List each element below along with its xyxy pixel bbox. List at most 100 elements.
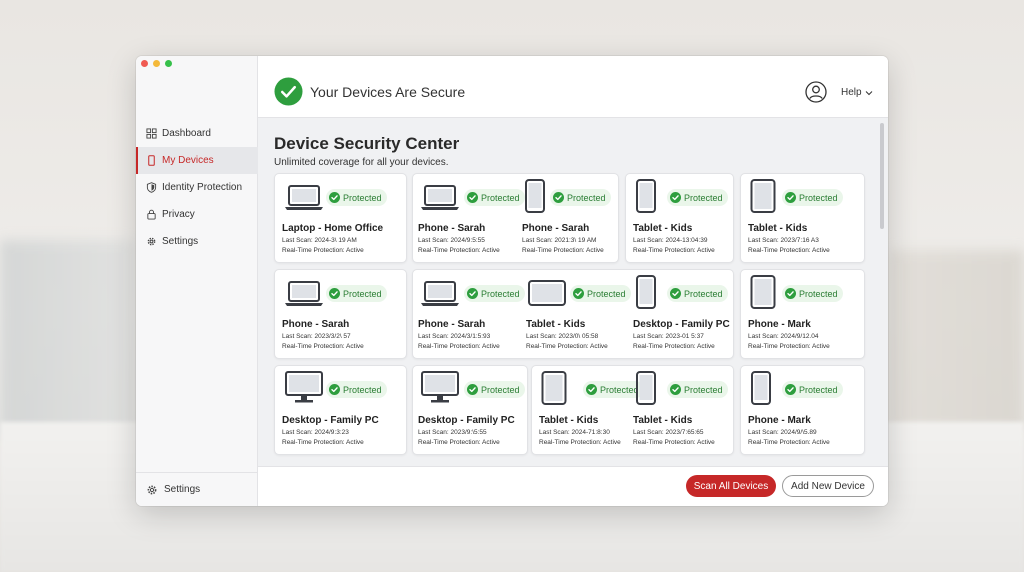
sidebar-item-my-devices[interactable]: My Devices: [136, 147, 258, 174]
scrollbar[interactable]: [880, 123, 884, 229]
device-name: Phone - Mark: [748, 319, 811, 330]
last-scan-text: Last Scan: 2024/9:5:55: [418, 237, 485, 244]
status-badge: Protected: [667, 285, 728, 302]
tablet-icon: [541, 371, 567, 410]
device-name: Phone - Sarah: [418, 319, 486, 330]
desktop-icon: [284, 371, 324, 410]
sidebar-nav: Dashboard My Devices Identity Protection…: [136, 120, 258, 255]
user-icon[interactable]: [805, 81, 827, 103]
status-label: Protected: [684, 384, 723, 395]
maximize-window-button[interactable]: [165, 60, 172, 67]
sidebar-item-privacy[interactable]: Privacy: [136, 201, 258, 228]
status-label: Protected: [481, 288, 520, 299]
check-circle-icon: [329, 192, 340, 203]
status-badge: Protected: [782, 381, 843, 398]
close-window-button[interactable]: [141, 60, 148, 67]
phone-icon: [635, 371, 657, 410]
help-label: Help: [841, 87, 862, 98]
status-badge: Protected: [464, 381, 525, 398]
phone-icon: [750, 371, 772, 410]
last-scan-text: Last Scan: 2023/7:65:65: [633, 429, 704, 436]
check-circle-icon: [586, 384, 597, 395]
status-label: Protected: [799, 288, 838, 299]
chevron-down-icon: [865, 90, 872, 95]
check-circle-icon: [785, 192, 796, 203]
background-left: [0, 240, 135, 440]
desktop-icon: [420, 371, 460, 410]
check-circle-icon: [670, 384, 681, 395]
status-label: Protected: [567, 192, 606, 203]
tablet-icon: [750, 275, 776, 314]
status-label: Protected: [343, 192, 382, 203]
status-badge: Protected: [550, 189, 611, 206]
sidebar-item-label: Identity Protection: [162, 182, 243, 193]
header: Your Devices Are Secure Help: [258, 56, 888, 118]
sidebar-item-dashboard[interactable]: Dashboard: [136, 120, 258, 147]
check-circle-icon: [274, 77, 303, 106]
last-scan-text: Last Scan: 2024-71:8:30: [539, 429, 610, 436]
shield-icon: [146, 182, 157, 193]
status-badge: Protected: [326, 381, 387, 398]
sidebar-item-label: Dashboard: [162, 128, 211, 139]
status-badge: Protected: [667, 189, 728, 206]
status-label: Protected: [684, 192, 723, 203]
check-circle-icon: [329, 384, 340, 395]
device-name: Phone - Mark: [748, 415, 811, 426]
protection-status-text: Real-Time Protection: Active: [282, 343, 364, 350]
status-badge: Protected: [667, 381, 728, 398]
last-scan-text: Last Scan: 2023/9:\5:55: [418, 429, 487, 436]
status-badge: Protected: [464, 189, 525, 206]
phone-icon: [635, 275, 657, 314]
sidebar-item-settings[interactable]: Settings: [136, 228, 258, 255]
protection-status-text: Real-Time Protection: Active: [526, 343, 608, 350]
status-label: Protected: [799, 192, 838, 203]
page-subtitle: Unlimited coverage for all your devices.: [274, 157, 449, 168]
protection-status-text: Real-Time Protection: Active: [418, 247, 500, 254]
sidebar-item-label: My Devices: [162, 155, 214, 166]
status-label: Protected: [587, 288, 626, 299]
main-panel: Your Devices Are Secure Help Device Secu…: [258, 56, 888, 506]
laptop-icon: [420, 279, 460, 314]
page-title: Device Security Center: [274, 134, 460, 153]
sidebar-item-identity-protection[interactable]: Identity Protection: [136, 174, 258, 201]
app-window: Dashboard My Devices Identity Protection…: [136, 56, 888, 506]
device-name: Desktop - Family PC: [282, 415, 379, 426]
device-name: Tablet - Kids: [748, 223, 808, 234]
laptop-icon: [284, 183, 324, 218]
check-circle-icon: [329, 288, 340, 299]
status-label: Protected: [799, 384, 838, 395]
protection-status-text: Real-Time Protection: Active: [748, 247, 830, 254]
protection-status-text: Real-Time Protection: Active: [418, 343, 500, 350]
sidebar-bottom-settings[interactable]: Settings: [136, 472, 258, 506]
status-label: Protected: [684, 288, 723, 299]
phone-icon: [148, 155, 155, 166]
check-circle-icon: [467, 192, 478, 203]
add-new-device-button[interactable]: Add New Device: [782, 475, 874, 497]
status-badge: Protected: [326, 189, 387, 206]
last-scan-text: Last Scan: 2024/9:3:23: [282, 429, 349, 436]
protection-status-text: Real-Time Protection: Active: [282, 439, 364, 446]
grid-icon: [146, 128, 157, 139]
tablet-icon: [750, 179, 776, 218]
content-area: Device Security Center Unlimited coverag…: [258, 119, 888, 465]
help-menu[interactable]: Help: [841, 87, 873, 98]
sidebar: Dashboard My Devices Identity Protection…: [136, 56, 258, 506]
last-scan-text: Last Scan: 2023-01 5:37: [633, 333, 704, 340]
status-badge: Protected: [782, 189, 843, 206]
last-scan-text: Last Scan: 2024-13:04:39: [633, 237, 708, 244]
status-badge: Protected: [326, 285, 387, 302]
check-circle-icon: [467, 384, 478, 395]
check-circle-icon: [785, 384, 796, 395]
minimize-window-button[interactable]: [153, 60, 160, 67]
protection-status-text: Real-Time Protection: Active: [633, 247, 715, 254]
last-scan-text: Last Scan: 2023/7:16 A3: [748, 237, 819, 244]
lock-icon: [147, 209, 156, 220]
device-name: Desktop - Family PC: [633, 319, 730, 330]
scan-all-devices-button[interactable]: Scan All Devices: [686, 475, 776, 497]
protection-status-text: Real-Time Protection: Active: [522, 247, 604, 254]
last-scan-text: Last Scan: 2024/9/12.04: [748, 333, 819, 340]
sidebar-item-label: Privacy: [162, 209, 195, 220]
laptop-icon: [284, 279, 324, 314]
check-circle-icon: [785, 288, 796, 299]
last-scan-text: Last Scan: 2023/0\ 05:58: [526, 333, 599, 340]
